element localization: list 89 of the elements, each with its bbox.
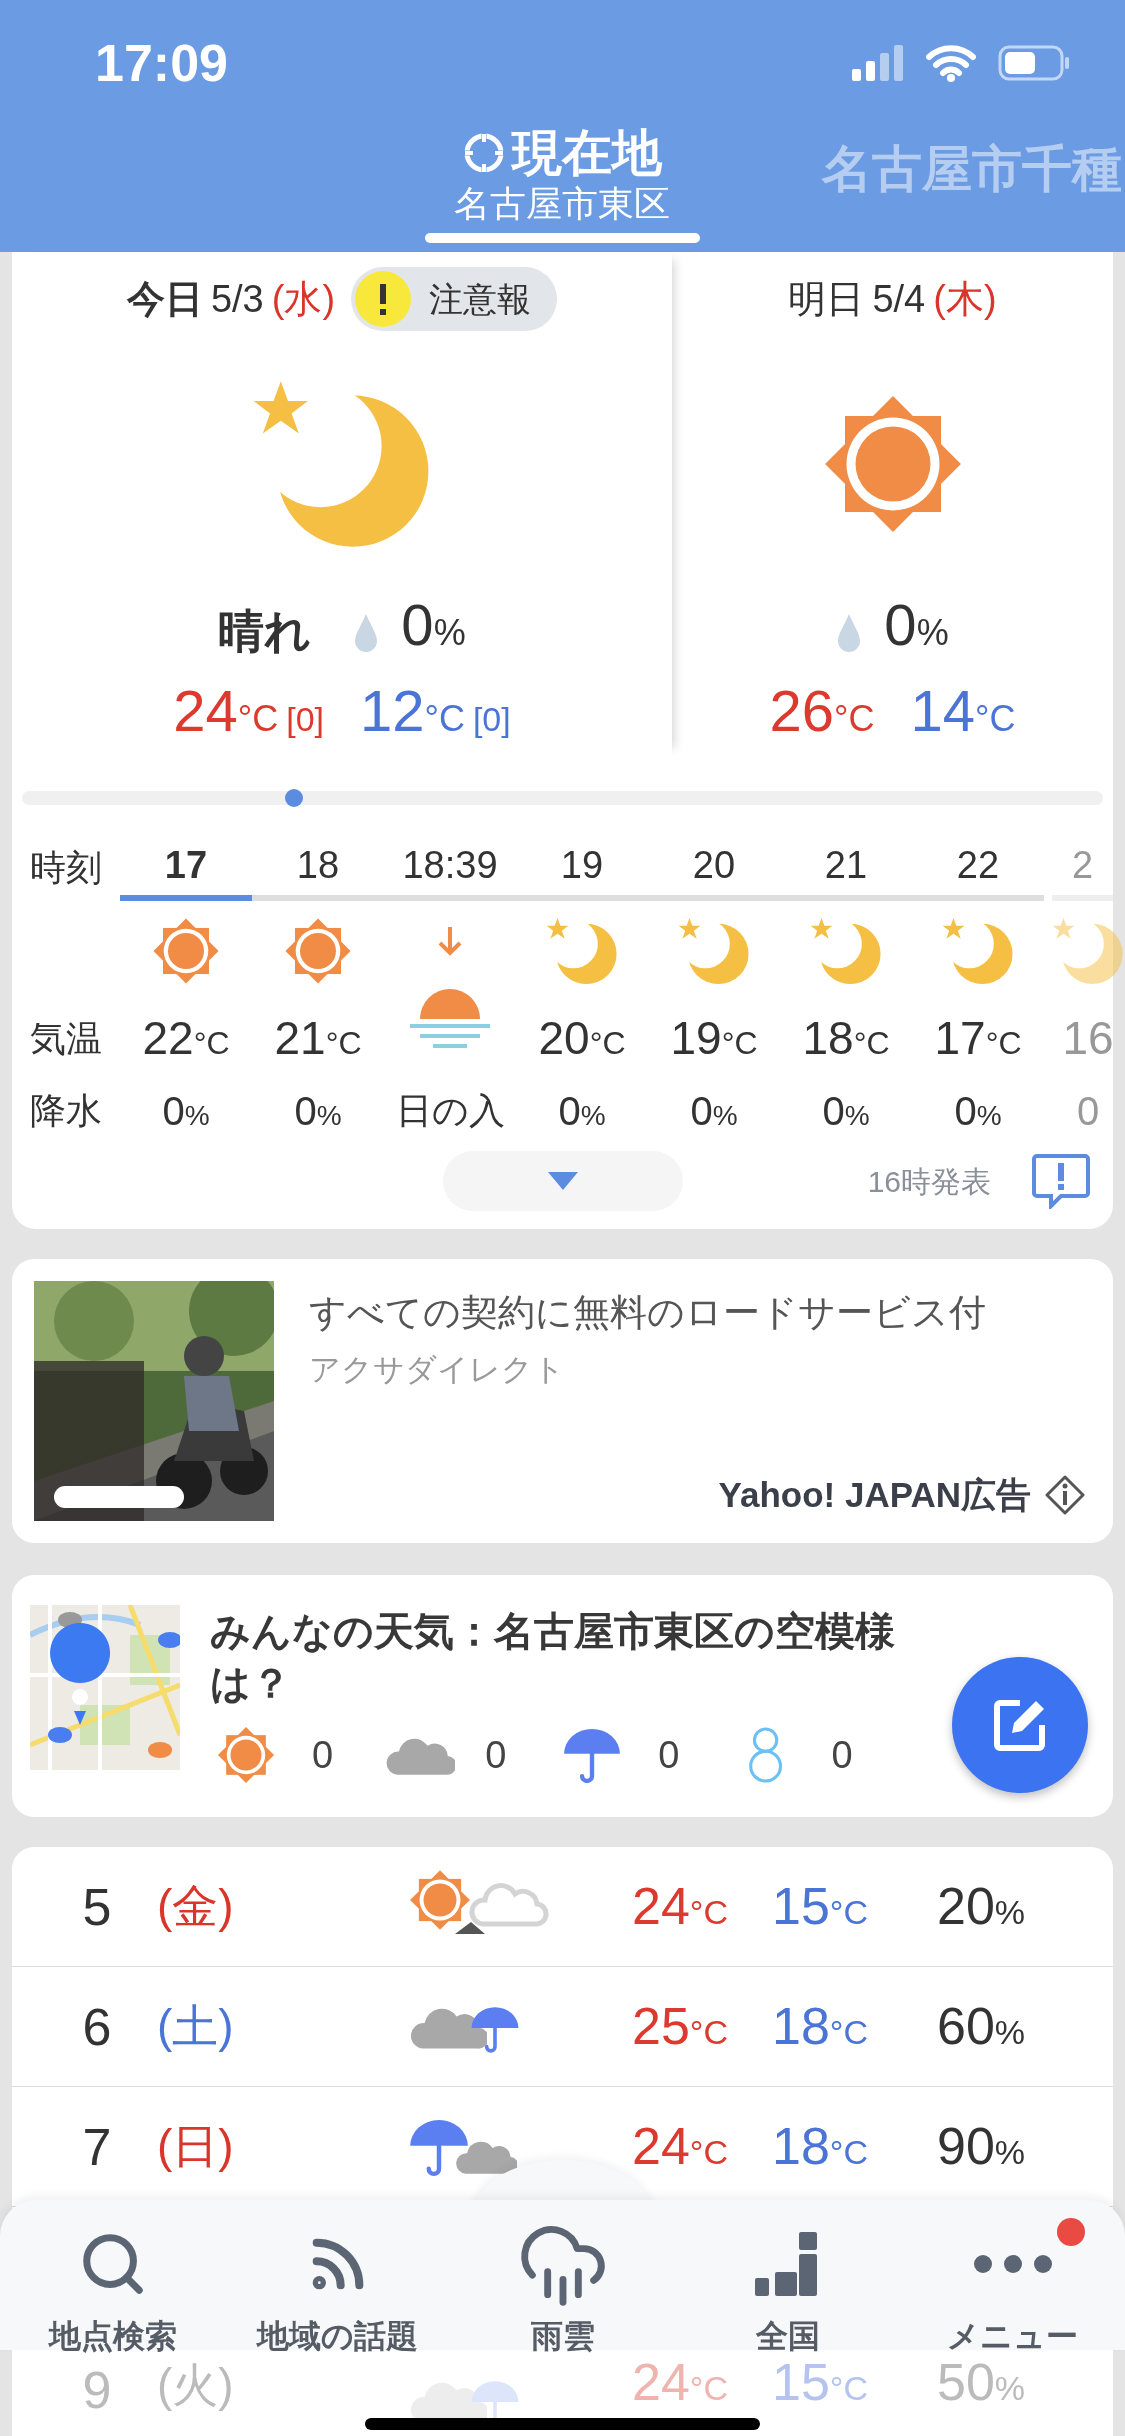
day-label: 明日 [788, 276, 865, 322]
weekday-text: (木) [933, 276, 997, 322]
hour-temp: 20°C [538, 1010, 626, 1066]
hour-temp: 17°C [934, 1010, 1022, 1066]
vote-count: 0 [312, 1732, 334, 1778]
low-temp: 18°C [772, 2116, 868, 2178]
status-time: 17:09 [95, 32, 228, 94]
edit-icon [992, 1697, 1048, 1753]
more-dots-icon [972, 2254, 1053, 2274]
moon-icon [942, 915, 1014, 987]
weekday-text: (水) [271, 276, 336, 322]
precip-chance: 60% [937, 1996, 1026, 2058]
hour-temp: 18°C [802, 1010, 890, 1066]
low-temp: 18°C [772, 1996, 868, 2058]
hour-precip: 0% [558, 1088, 606, 1135]
condition-text: 晴れ [218, 608, 312, 654]
precip-chance: 0% [401, 591, 466, 660]
low-temp: 12°C [0] [360, 677, 511, 746]
nav-tab[interactable]: 地域の話題 [225, 2218, 450, 2360]
published-time: 16時発表 [867, 1163, 991, 1200]
signal-icon [852, 44, 904, 81]
vote-count: 0 [831, 1732, 853, 1778]
hour-precip: 0% [690, 1088, 738, 1135]
hour-tab[interactable]: 18 [252, 835, 384, 901]
hour-precip: 0% [162, 1088, 210, 1135]
battery-icon [998, 44, 1070, 81]
locate-icon [462, 131, 506, 175]
hour-tab[interactable]: 17 [120, 835, 252, 901]
hour-tab[interactable]: 20 [648, 835, 780, 901]
hour-tab[interactable]: 22 [912, 835, 1044, 901]
low-temp: 15°C [772, 1876, 868, 1938]
raindrop-icon [836, 612, 863, 652]
day-number: 5 [81, 1876, 113, 1938]
moon-icon [1052, 915, 1124, 987]
ad-label: Yahoo! JAPAN広告 [718, 1473, 1031, 1516]
weekday-text: (土) [157, 1999, 235, 2054]
date-text: 5/3 [210, 276, 264, 322]
hour-tab[interactable]: 19 [516, 835, 648, 901]
weekday-text: (火) [157, 2358, 235, 2413]
hour-temp: 16 [1062, 1010, 1114, 1066]
precip-chance: 0% [884, 591, 949, 660]
low-temp: 14°C [910, 677, 1016, 746]
hour-tab[interactable]: 18:39 [384, 835, 516, 901]
day-number: 7 [81, 2116, 113, 2178]
row-label: 降水 [30, 1089, 102, 1133]
high-temp: 24°C [632, 2116, 728, 2178]
high-temp: 24°C [0] [173, 677, 324, 746]
hour-temp: 21°C [274, 1010, 362, 1066]
wifi-icon [926, 43, 976, 82]
nav-tab[interactable]: 地点検索 [0, 2218, 225, 2360]
raindrop-icon [353, 612, 380, 652]
scroll-indicator [285, 789, 303, 807]
precip-chance: 20% [937, 1876, 1026, 1938]
advertiser-name: アクサダイレクト [309, 1350, 566, 1389]
vote-count: 0 [658, 1732, 680, 1778]
hour-temp: 19°C [670, 1010, 758, 1066]
hour-precip: 0% [822, 1088, 870, 1135]
moon-icon [546, 915, 618, 987]
ad-title: すべての契約に無料のロードサービス付 [309, 1291, 987, 1335]
moon-icon [810, 915, 882, 987]
vote-count: 0 [485, 1732, 507, 1778]
day-label: 今日 [126, 276, 203, 322]
precip-chance: 90% [937, 2116, 1026, 2178]
hour-precip: 0% [954, 1088, 1002, 1135]
community-title: みんなの天気：名古屋市東区の空模様は？ [210, 1608, 896, 1707]
ad-card[interactable]: すべての契約に無料のロードサービス付 アクサダイレクト Yahoo! JAPAN広告 [12, 1259, 1113, 1543]
row-label: 時刻 [30, 846, 102, 890]
alert-badge[interactable]: 注意報 [351, 267, 558, 331]
caret-down-icon [547, 1172, 578, 1190]
day-number: 9 [81, 2360, 113, 2421]
hour-precip: 0 [1076, 1088, 1100, 1135]
weekday-text: (金) [157, 1879, 235, 1934]
high-temp: 25°C [632, 1996, 728, 2058]
feedback-icon[interactable] [1031, 1153, 1091, 1209]
warning-icon [355, 271, 412, 327]
hour-tab[interactable]: 21 [780, 835, 912, 901]
sunset-label: 日の入 [395, 1089, 505, 1133]
high-temp: 24°C [632, 1876, 728, 1938]
high-temp: 26°C [769, 677, 875, 746]
weekday-text: (日) [157, 2119, 235, 2174]
info-icon[interactable] [1045, 1474, 1085, 1515]
hour-temp: 22°C [142, 1010, 230, 1066]
moon-icon [678, 915, 750, 987]
snowman-icon [746, 1724, 784, 1786]
community-card[interactable]: みんなの天気：名古屋市東区の空模様は？ 0 0 0 0 [12, 1575, 1113, 1817]
row-label: 気温 [30, 1016, 102, 1061]
hour-precip: 0% [294, 1088, 342, 1135]
date-text: 5/4 [872, 276, 926, 322]
day-number: 6 [81, 1996, 113, 2058]
